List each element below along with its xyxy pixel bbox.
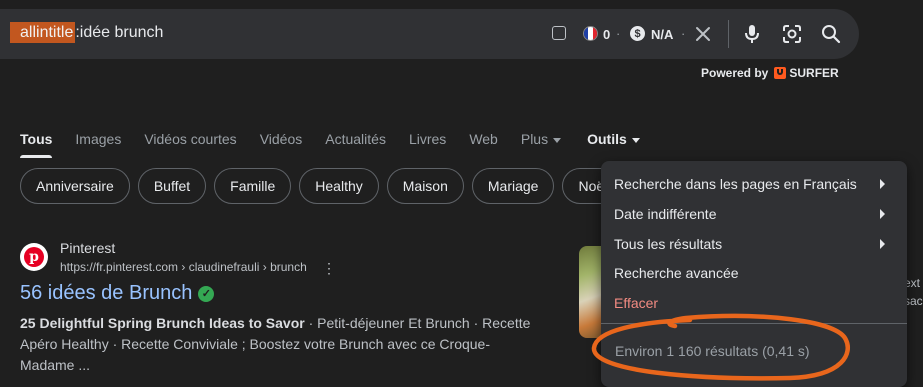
separator-dot: · <box>681 26 686 41</box>
tab-tous[interactable]: Tous <box>20 131 53 158</box>
tab-web[interactable]: Web <box>469 131 498 147</box>
tools-button[interactable]: Outils <box>587 131 640 147</box>
result-title: 56 idées de Brunch <box>20 282 193 304</box>
flag-count: 0 <box>603 27 611 42</box>
menu-item-advanced-search[interactable]: Recherche avancée <box>614 265 739 281</box>
tab-plus[interactable]: Plus <box>520 131 562 147</box>
tools-label: Outils <box>587 131 627 147</box>
results-count: Environ 1 160 résultats (0,41 s) <box>615 343 810 359</box>
search-input[interactable]: allintitle:idée brunch <box>10 22 164 43</box>
chip-buffet[interactable]: Buffet <box>137 168 207 204</box>
tab-livres[interactable]: Livres <box>409 131 446 147</box>
powered-prefix: Powered by <box>701 66 769 80</box>
chevron-right-icon <box>880 209 885 219</box>
chevron-down-icon <box>553 137 562 143</box>
menu-divider <box>601 323 907 324</box>
tab-plus-label: Plus <box>520 131 549 147</box>
dollar-icon: $ <box>630 26 645 41</box>
france-flag-icon <box>583 26 598 41</box>
menu-item-clear[interactable]: Effacer <box>614 295 658 311</box>
result-snippet: 25 Delightful Spring Brunch Ideas to Sav… <box>20 313 540 376</box>
more-options-icon[interactable]: ⋮ <box>322 260 336 277</box>
chip-maison[interactable]: Maison <box>386 168 464 204</box>
chevron-right-icon <box>880 179 885 189</box>
surfer-logo-icon <box>774 67 787 79</box>
chip-famille[interactable]: Famille <box>214 168 292 204</box>
chip-anniversaire[interactable]: Anniversaire <box>20 168 130 204</box>
query-highlight: allintitle <box>10 22 76 43</box>
filter-chips: Anniversaire Buffet Famille Healthy Mais… <box>20 168 631 204</box>
menu-item-all-results[interactable]: Tous les résultats <box>614 236 722 252</box>
chevron-right-icon <box>880 239 885 249</box>
search-icon[interactable] <box>819 22 843 46</box>
search-tabs: Tous Images Vidéos courtes Vidéos Actual… <box>20 131 663 158</box>
lens-camera-icon[interactable] <box>780 22 804 46</box>
powered-brand: SURFER <box>789 66 839 80</box>
result-title-link[interactable]: 56 idées de Brunch ✓ <box>20 282 215 305</box>
separator-dot: · <box>616 26 621 41</box>
menu-item-language[interactable]: Recherche dans les pages en Français <box>614 176 857 192</box>
tools-menu: Recherche dans les pages en Français Dat… <box>601 161 907 387</box>
pinterest-favicon-icon[interactable]: p <box>20 243 48 271</box>
result-site-name[interactable]: Pinterest <box>60 240 115 256</box>
chip-mariage[interactable]: Mariage <box>471 168 555 204</box>
search-bar[interactable]: allintitle:idée brunch 0 · $ N/A · <box>0 9 859 59</box>
tab-actualites[interactable]: Actualités <box>325 131 386 147</box>
tab-videos-courtes[interactable]: Vidéos courtes <box>144 131 236 147</box>
powered-by-surfer[interactable]: Powered by SURFER <box>701 66 839 80</box>
tab-videos[interactable]: Vidéos <box>260 131 303 147</box>
result-url[interactable]: https://fr.pinterest.com › claudinefraul… <box>60 260 307 274</box>
microphone-icon[interactable] <box>740 22 764 46</box>
menu-item-date[interactable]: Date indifférente <box>614 206 716 222</box>
seo-value: N/A <box>651 27 674 42</box>
tab-images[interactable]: Images <box>75 131 121 147</box>
clear-icon[interactable] <box>691 22 715 46</box>
snippet-bold: 25 Delightful Spring Brunch Ideas to Sav… <box>20 315 305 331</box>
chip-healthy[interactable]: Healthy <box>299 168 379 204</box>
query-text: :idée brunch <box>75 24 164 41</box>
verified-check-icon: ✓ <box>198 285 215 302</box>
seo-checkbox[interactable] <box>552 26 566 40</box>
divider <box>728 20 729 48</box>
chevron-down-icon <box>631 137 640 143</box>
